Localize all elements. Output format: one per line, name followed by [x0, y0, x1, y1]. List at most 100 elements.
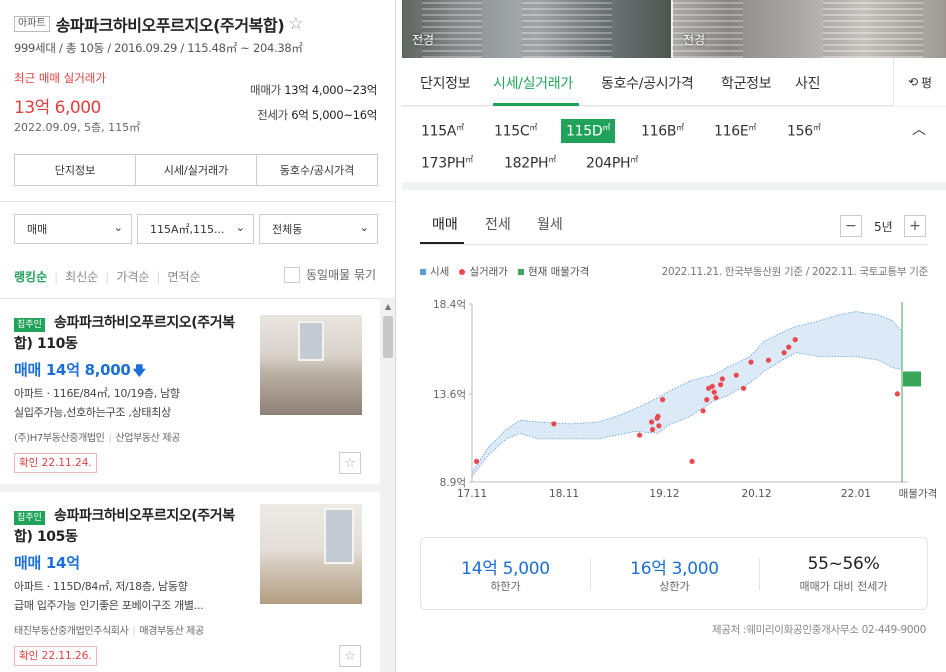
- stat-ratio: 55~56% 매매가 대비 전세가: [759, 538, 928, 611]
- market-price-band: [472, 311, 902, 477]
- complex-photo[interactable]: 전경: [402, 0, 671, 58]
- deal-point: [704, 397, 710, 403]
- deal-point: [649, 426, 656, 433]
- data-provider: 매경부동산 제공: [139, 626, 204, 637]
- agent-name[interactable]: (주)H7부동산중개법인: [14, 433, 105, 444]
- sort-price[interactable]: 가격순: [116, 268, 149, 285]
- scroll-up-arrow-icon[interactable]: ▲: [385, 302, 391, 311]
- chart-tab-lease[interactable]: 전세: [485, 214, 511, 234]
- area-option[interactable]: 204PH㎡: [581, 151, 643, 175]
- complex-name: 송파파크하비오푸르지오(주거복합): [55, 16, 285, 35]
- chart-legend: 시세 실거래가 현재 매물가격: [420, 264, 599, 279]
- x-tick-label: 19.12: [649, 488, 679, 500]
- area-option-selected[interactable]: 115D㎡: [561, 119, 616, 143]
- listing-photo[interactable]: [260, 504, 362, 604]
- area-select[interactable]: 115A㎡,115... ⌄: [137, 214, 254, 244]
- area-option[interactable]: 115C㎡: [489, 119, 542, 143]
- deal-point: [792, 337, 798, 343]
- tab-units-public-price[interactable]: 동호수/공시가격: [601, 73, 694, 93]
- deal-point: [713, 395, 719, 401]
- sale-price-range: 매매가 13억 4,000~23억: [250, 82, 377, 98]
- area-select-value: 115A㎡,115...: [150, 223, 225, 236]
- tab-complex-info[interactable]: 단지정보: [420, 73, 471, 93]
- listing-photo[interactable]: [260, 315, 362, 415]
- period-decrease-button[interactable]: −: [840, 215, 862, 237]
- area-option[interactable]: 156㎡: [782, 119, 826, 143]
- period-increase-button[interactable]: +: [904, 215, 926, 237]
- listing-title: 송파파크하비오푸르지오(주거복합) 110동: [14, 315, 235, 352]
- chart-tab-sale[interactable]: 매매: [432, 214, 458, 234]
- legend-label: 시세: [430, 266, 450, 278]
- photo-caption: 전경: [412, 33, 435, 47]
- complex-detail-panel: 전경 전경 단지정보 시세/실거래가 동호수/공시가격 학군정보 사진 ⟲ 평 1…: [402, 0, 946, 672]
- complex-title-row: 아파트 송파파크하비오푸르지오(주거복합) ☆: [14, 12, 304, 36]
- listing-description: 급매 입주가능 인기좋은 포베이구조 개별...: [14, 599, 204, 612]
- sale-range-label: 매매가: [250, 83, 281, 97]
- building-select[interactable]: 전체동 ⌄: [259, 214, 378, 244]
- group-duplicates-toggle[interactable]: 동일매물 묶기: [284, 266, 376, 283]
- property-type-badge: 아파트: [14, 16, 50, 32]
- area-label: 115D: [566, 123, 603, 140]
- area-option[interactable]: 116E㎡: [709, 119, 761, 143]
- stat-value: 16억 3,000: [630, 559, 719, 579]
- chevron-down-icon: ⌄: [235, 221, 245, 234]
- active-tab-indicator: [493, 103, 579, 106]
- x-tick-label: 18.11: [549, 488, 579, 500]
- market-band-layer: [471, 311, 903, 477]
- tab-photos[interactable]: 사진: [795, 73, 820, 93]
- complex-photo[interactable]: 전경: [673, 0, 946, 58]
- refresh-icon: ⟲: [907, 75, 918, 89]
- price-chart[interactable]: 18.4억13.6억8.9억17.11 18.11 19.12 20.12 22.01 매…: [402, 286, 946, 506]
- deal-point: [786, 344, 792, 350]
- area-option[interactable]: 173PH㎡: [416, 151, 478, 175]
- legend-item-listing: 현재 매물가격: [517, 264, 589, 279]
- area-unit: ㎡: [748, 123, 757, 132]
- deal-point: [474, 458, 480, 464]
- listing-favorite-button[interactable]: ☆: [339, 452, 361, 474]
- trade-type-select[interactable]: 매매 ⌄: [14, 214, 132, 244]
- tab-school-info[interactable]: 학군정보: [721, 73, 772, 93]
- left-tab-price[interactable]: 시세/실거래가: [136, 155, 257, 185]
- scrollbar-thumb[interactable]: [383, 316, 393, 358]
- chart-tab-monthly[interactable]: 월세: [537, 214, 563, 234]
- left-tab-bar: 단지정보 시세/실거래가 동호수/공시가격: [14, 154, 378, 186]
- listing-agent: 태진부동산중개법인주식회사 | 매경부동산 제공: [14, 626, 204, 637]
- left-tab-units[interactable]: 동호수/공시가격: [257, 155, 377, 185]
- sort-options: 랭킹순 | 최신순 | 가격순 | 면적순: [14, 268, 201, 285]
- lease-range-label: 전세가: [257, 108, 288, 122]
- group-duplicates-checkbox[interactable]: [284, 266, 300, 283]
- listing-favorite-button[interactable]: ☆: [339, 645, 361, 667]
- area-unit: ㎡: [602, 123, 611, 132]
- recent-deal-label: 최근 매매 실거래가: [14, 71, 106, 85]
- stat-label: 매매가 대비 전세가: [799, 580, 888, 593]
- photo-caption: 전경: [683, 33, 706, 47]
- listing-list: 집주인 송파파크하비오푸르지오(주거복합) 110동 매매 14억 8,000 🡇…: [0, 298, 380, 672]
- favorite-star-icon[interactable]: ☆: [288, 14, 303, 34]
- area-type-selector: 115A㎡ 115C㎡ 115D㎡ 116B㎡ 116E㎡ 156㎡ 173PH…: [402, 107, 946, 182]
- current-listing-range: [903, 371, 921, 387]
- listing-scrollbar[interactable]: ▲: [380, 298, 395, 672]
- unit-toggle-button[interactable]: ⟲ 평: [893, 58, 946, 106]
- complex-photo-strip: 전경 전경: [402, 0, 946, 58]
- area-option[interactable]: 116B㎡: [636, 119, 689, 143]
- listing-title: 송파파크하비오푸르지오(주거복합) 105동: [14, 508, 235, 545]
- deal-point: [781, 350, 787, 356]
- sort-area[interactable]: 면적순: [168, 268, 201, 285]
- area-unit: ㎡: [465, 155, 473, 164]
- left-tab-info[interactable]: 단지정보: [15, 155, 136, 185]
- sort-latest[interactable]: 최신순: [65, 268, 98, 285]
- area-label: 115A: [421, 123, 457, 140]
- building-select-value: 전체동: [272, 223, 303, 236]
- tab-price-history[interactable]: 시세/실거래가: [493, 73, 573, 93]
- area-option[interactable]: 182PH㎡: [499, 151, 561, 175]
- sort-ranking[interactable]: 랭킹순: [14, 268, 47, 285]
- minus-icon: −: [845, 218, 857, 234]
- deal-point: [711, 389, 717, 395]
- y-tick-label: 18.4억: [433, 299, 466, 311]
- chevron-up-icon[interactable]: ︿: [912, 119, 926, 139]
- deal-point: [637, 432, 643, 438]
- legend-swatch: [420, 268, 426, 275]
- chevron-down-icon: ⌄: [113, 221, 123, 234]
- area-option[interactable]: 115A㎡: [416, 119, 469, 143]
- agent-name[interactable]: 태진부동산중개법인주식회사: [14, 626, 129, 637]
